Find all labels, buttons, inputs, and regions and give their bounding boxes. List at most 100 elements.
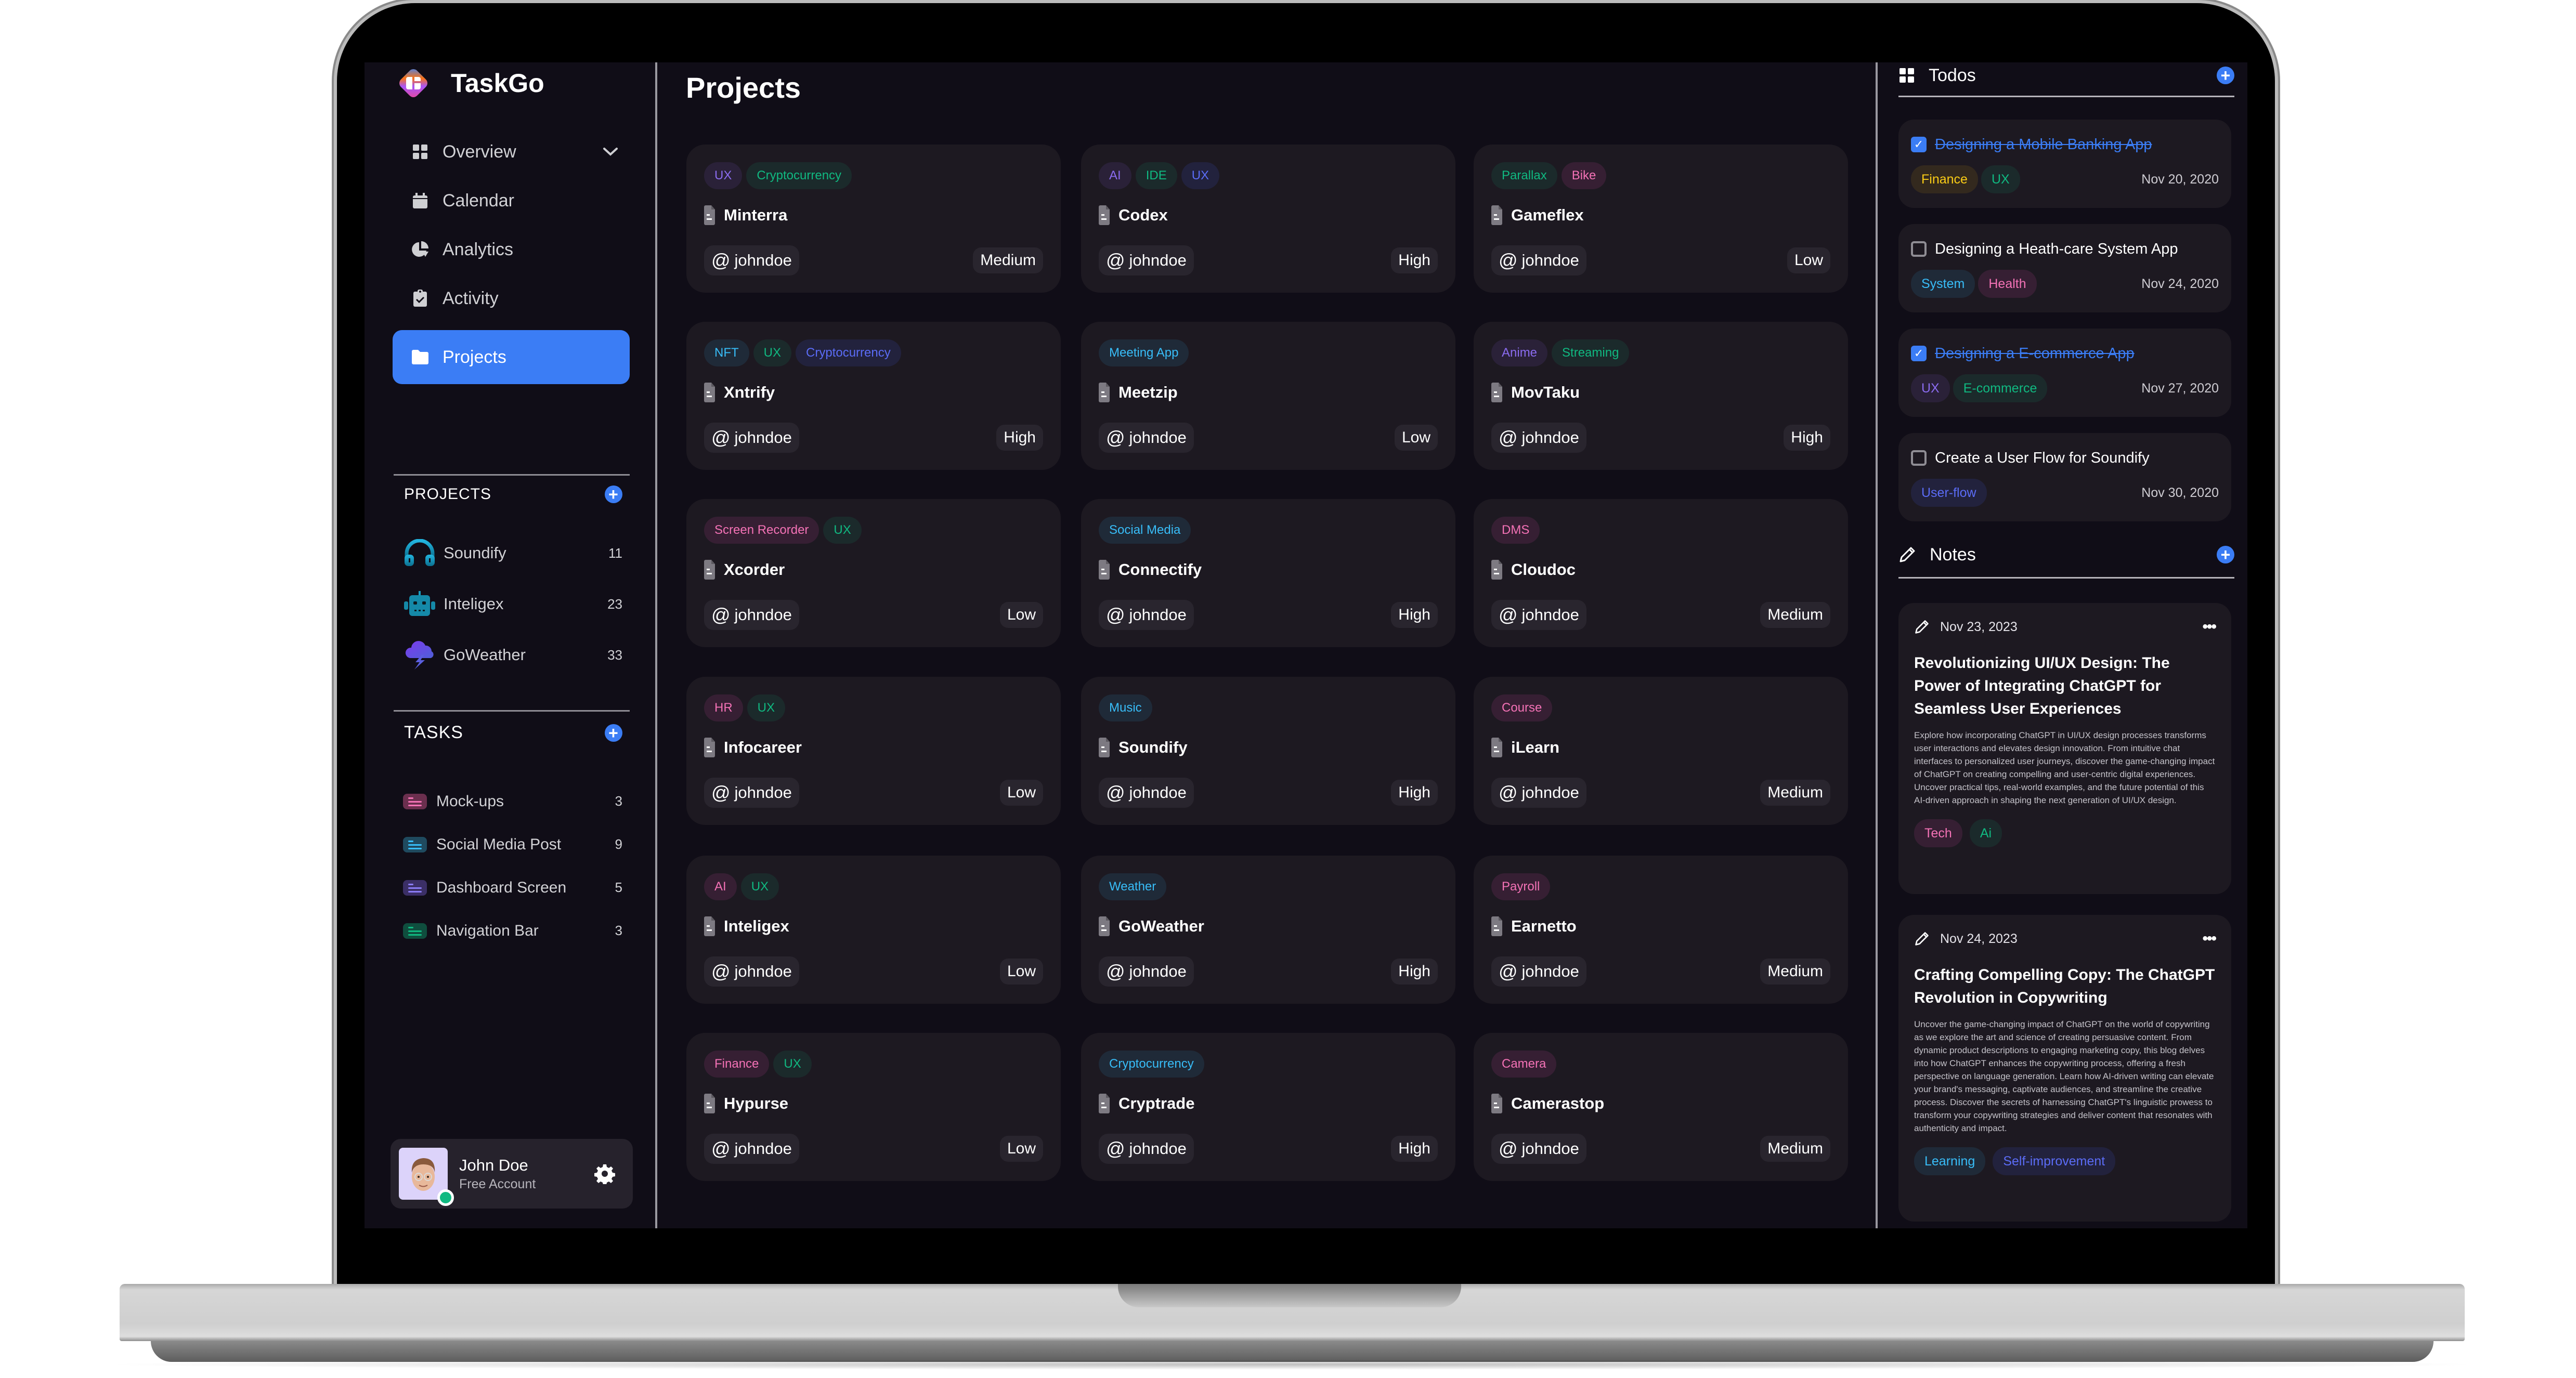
owner-chip[interactable]: @ johndoe <box>704 778 799 808</box>
tag-badge[interactable]: Health <box>1978 270 2037 298</box>
tag-badge[interactable]: Screen Recorder <box>704 517 819 544</box>
project-item-goweather[interactable]: GoWeather 33 <box>403 629 622 680</box>
gear-icon[interactable] <box>594 1163 615 1184</box>
project-card[interactable]: Anime Streaming MovTaku @ johndoe High <box>1474 322 1848 470</box>
project-card[interactable]: AI IDE UX Codex @ johndoe High <box>1081 145 1455 293</box>
nav-item-overview[interactable]: Overview <box>393 127 630 176</box>
tag-badge[interactable]: Ai <box>1969 819 2002 847</box>
add-todo-button[interactable]: + <box>2217 67 2234 84</box>
owner-chip[interactable]: @ johndoe <box>1099 600 1194 630</box>
project-card[interactable]: DMS Cloudoc @ johndoe Medium <box>1474 499 1848 647</box>
tag-badge[interactable]: Payroll <box>1491 873 1551 900</box>
priority-badge[interactable]: Low <box>999 602 1043 628</box>
project-card[interactable]: Course iLearn @ johndoe Medium <box>1474 677 1848 825</box>
task-item[interactable]: Dashboard Screen 5 <box>403 866 622 909</box>
priority-badge[interactable]: Medium <box>1760 602 1830 628</box>
owner-chip[interactable]: @ johndoe <box>1491 956 1586 987</box>
brand[interactable]: TaskGo <box>395 62 544 104</box>
project-card[interactable]: Cryptocurrency Cryptrade @ johndoe High <box>1081 1033 1455 1181</box>
priority-badge[interactable]: Medium <box>1760 1136 1830 1162</box>
tag-badge[interactable]: Weather <box>1099 873 1167 900</box>
project-card[interactable]: Social Media Connectify @ johndoe High <box>1081 499 1455 647</box>
todo-checkbox[interactable]: ✓ <box>1911 137 1927 152</box>
priority-badge[interactable]: Low <box>999 1136 1043 1162</box>
tag-badge[interactable]: System <box>1911 270 1975 298</box>
avatar[interactable] <box>399 1148 454 1206</box>
project-card[interactable]: Screen Recorder UX Xcorder @ johndoe Low <box>686 499 1061 647</box>
tag-badge[interactable]: User-flow <box>1911 479 1987 507</box>
add-note-button[interactable]: + <box>2217 546 2234 563</box>
priority-badge[interactable]: High <box>1391 780 1438 806</box>
tag-badge[interactable]: DMS <box>1491 517 1540 544</box>
priority-badge[interactable]: Medium <box>973 247 1043 273</box>
task-item[interactable]: Social Media Post 9 <box>403 823 622 866</box>
todo-item[interactable]: ✓ Designing a E-commerce App UX E-commerce N… <box>1898 329 2231 417</box>
project-item-inteligex[interactable]: Inteligex 23 <box>403 579 622 629</box>
tag-badge[interactable]: Meeting App <box>1099 339 1189 366</box>
project-item-soundify[interactable]: Soundify 11 <box>403 528 622 579</box>
todo-item[interactable]: ✓ Designing a Mobile Banking App Finance UX… <box>1898 120 2231 208</box>
tag-badge[interactable]: UX <box>773 1051 812 1078</box>
tag-badge[interactable]: UX <box>747 694 786 721</box>
tag-badge[interactable]: Streaming <box>1552 339 1630 366</box>
note-card[interactable]: Nov 24, 2023 ••• Crafting Compelling Copy:… <box>1898 915 2231 1222</box>
tag-badge[interactable]: Cryptocurrency <box>796 339 901 366</box>
tag-badge[interactable]: AI <box>704 873 737 900</box>
project-card[interactable]: HR UX Infocareer @ johndoe Low <box>686 677 1061 825</box>
tag-badge[interactable]: UX <box>823 517 862 544</box>
project-card[interactable]: Camera Camerastop @ johndoe Medium <box>1474 1033 1848 1181</box>
owner-chip[interactable]: @ johndoe <box>1099 956 1194 987</box>
tag-badge[interactable]: UX <box>1981 165 2020 193</box>
tag-badge[interactable]: HR <box>704 694 743 721</box>
tag-badge[interactable]: AI <box>1099 162 1131 189</box>
project-card[interactable]: Weather GoWeather @ johndoe High <box>1081 856 1455 1004</box>
owner-chip[interactable]: @ johndoe <box>704 600 799 630</box>
priority-badge[interactable]: High <box>1391 1136 1438 1162</box>
project-card[interactable]: Meeting App Meetzip @ johndoe Low <box>1081 322 1455 470</box>
priority-badge[interactable]: High <box>1391 959 1438 985</box>
priority-badge[interactable]: Low <box>1394 425 1438 451</box>
owner-chip[interactable]: @ johndoe <box>1099 245 1194 275</box>
owner-chip[interactable]: @ johndoe <box>1491 778 1586 808</box>
priority-badge[interactable]: Medium <box>1760 959 1830 985</box>
add-project-button[interactable]: + <box>605 485 622 503</box>
todo-checkbox[interactable]: ✓ <box>1911 346 1927 361</box>
owner-chip[interactable]: @ johndoe <box>1491 245 1586 275</box>
tag-badge[interactable]: Course <box>1491 694 1553 721</box>
tag-badge[interactable]: Cryptocurrency <box>1099 1051 1204 1078</box>
more-options-icon[interactable]: ••• <box>2202 618 2216 636</box>
project-card[interactable]: NFT UX Cryptocurrency Xntrify @ johndoe High <box>686 322 1061 470</box>
note-card[interactable]: Nov 23, 2023 ••• Revolutionizing UI/UX Des… <box>1898 603 2231 894</box>
priority-badge[interactable]: High <box>996 425 1043 451</box>
owner-chip[interactable]: @ johndoe <box>704 956 799 987</box>
tag-badge[interactable]: Camera <box>1491 1051 1557 1078</box>
nav-item-calendar[interactable]: Calendar <box>393 176 630 225</box>
nav-item-projects[interactable]: Projects <box>393 330 630 384</box>
task-item[interactable]: Navigation Bar 3 <box>403 909 622 952</box>
tag-badge[interactable]: Music <box>1099 694 1152 721</box>
owner-chip[interactable]: @ johndoe <box>1099 423 1194 453</box>
tag-badge[interactable]: UX <box>1181 162 1220 189</box>
priority-badge[interactable]: Medium <box>1760 780 1830 806</box>
more-options-icon[interactable]: ••• <box>2202 930 2216 948</box>
tag-badge[interactable]: E-commerce <box>1953 374 2048 402</box>
add-task-button[interactable]: + <box>605 724 622 742</box>
todo-item[interactable]: Create a User Flow for Soundify User-flow… <box>1898 433 2231 521</box>
owner-chip[interactable]: @ johndoe <box>1099 778 1194 808</box>
tag-badge[interactable]: Cryptocurrency <box>746 162 852 189</box>
priority-badge[interactable]: High <box>1784 425 1830 451</box>
tag-badge[interactable]: Self-improvement <box>1993 1147 2116 1175</box>
todo-item[interactable]: Designing a Heath-care System App System H… <box>1898 224 2231 312</box>
chevron-down-icon[interactable] <box>602 143 619 161</box>
owner-chip[interactable]: @ johndoe <box>1491 423 1586 453</box>
owner-chip[interactable]: @ johndoe <box>704 1134 799 1164</box>
project-card[interactable]: Parallax Bike Gameflex @ johndoe Low <box>1474 145 1848 293</box>
tag-badge[interactable]: UX <box>740 873 779 900</box>
owner-chip[interactable]: @ johndoe <box>1491 1134 1586 1164</box>
tag-badge[interactable]: Anime <box>1491 339 1548 366</box>
nav-item-activity[interactable]: Activity <box>393 274 630 323</box>
project-card[interactable]: Payroll Earnetto @ johndoe Medium <box>1474 856 1848 1004</box>
user-card[interactable]: John Doe Free Account <box>391 1139 633 1209</box>
tag-badge[interactable]: Parallax <box>1491 162 1557 189</box>
tag-badge[interactable]: UX <box>1911 374 1950 402</box>
